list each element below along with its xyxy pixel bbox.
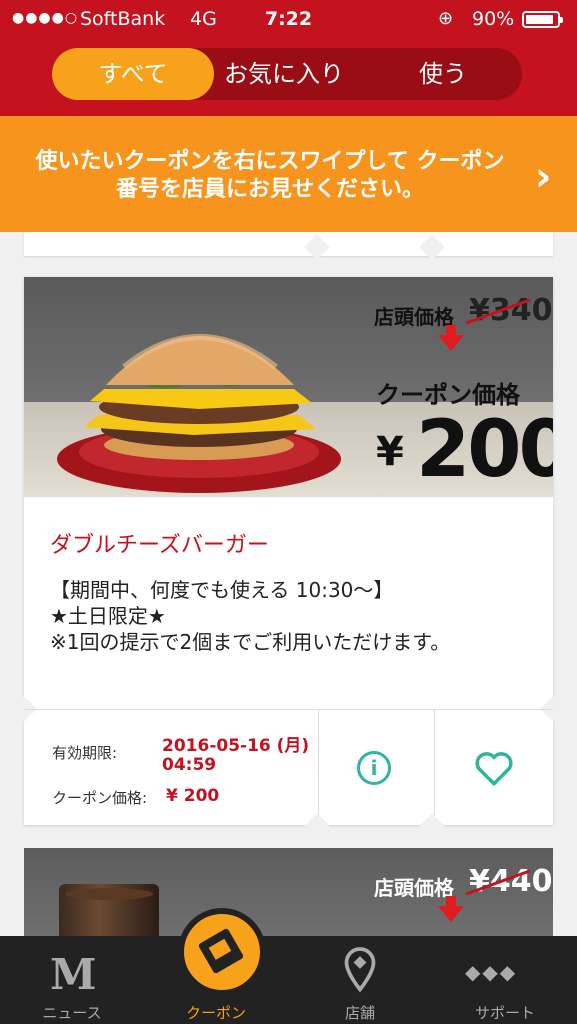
previous-coupon-fragment <box>24 232 553 256</box>
more-dots-icon: ◆◆◆ <box>465 960 518 984</box>
tab-label: クーポン <box>185 1004 246 1022</box>
chevron-right-icon: › <box>535 154 552 200</box>
coupon-price: 200 <box>416 405 553 495</box>
coupon-price-meta-value: ¥ 200 <box>166 786 220 806</box>
tab-label: 店舗 <box>344 1004 375 1022</box>
expiry-date: 2016-05-16 (月) 04:59 <box>162 736 310 775</box>
next-coupon-card[interactable]: 店頭価格 ¥440 <box>24 848 553 938</box>
info-icon[interactable]: i <box>357 751 391 785</box>
tab-news[interactable]: M ニュース <box>0 936 144 1024</box>
coupon-card[interactable]: 店頭価格 ¥340 クーポン価格 ¥ 200 ダブルチーズバーガー 【期間中、何… <box>11 277 566 825</box>
tab-coupon[interactable]: クーポン <box>144 908 288 1024</box>
arrow-down-icon <box>438 896 464 922</box>
column-divider <box>318 710 319 825</box>
product-photo: 店頭価格 ¥340 クーポン価格 ¥ 200 <box>24 277 553 497</box>
tab-stores[interactable]: 店舗 <box>288 936 432 1024</box>
tab-use[interactable]: 使う <box>364 48 522 100</box>
coupon-icon <box>178 908 266 996</box>
tab-favorites[interactable]: お気に入り <box>204 48 364 100</box>
arrow-down-icon <box>438 325 464 351</box>
banner-text: 使いたいクーポンを右にスワイプして クーポン番号を店員にお見せください。 <box>35 149 505 202</box>
expiry-label: 有効期限: <box>52 744 118 762</box>
tab-all[interactable]: すべて <box>52 48 214 100</box>
store-price-label: 店頭価格 <box>374 876 454 900</box>
tab-support[interactable]: ◆◆◆ サポート <box>433 936 577 1024</box>
mcdonalds-logo-icon: M <box>50 950 97 999</box>
tab-label: サポート <box>474 1004 535 1022</box>
heart-icon[interactable] <box>473 747 515 789</box>
status-bar: ●●●●○ SoftBank 4G 7:22 ⊕ 90% <box>0 0 577 38</box>
coffee-image <box>59 884 159 938</box>
yen-sign: ¥ <box>376 429 404 475</box>
product-name: ダブルチーズバーガー <box>50 533 269 558</box>
map-pin-icon <box>344 947 376 993</box>
tab-label: ニュース <box>42 1004 102 1022</box>
store-price: ¥340 <box>469 293 553 328</box>
swipe-instruction-banner[interactable]: 使いたいクーポンを右にスワイプして クーポン番号を店員にお見せください。 › <box>0 116 577 232</box>
coupon-description: 【期間中、何度でも使える 10:30〜】 ★土日限定★ ※1回の提示で2個までご… <box>50 578 451 654</box>
bottom-tab-bar: M ニュース クーポン 店舗 ◆◆◆ サポート <box>0 908 577 1024</box>
coupon-filter-tabs: お気に入り 使う すべて <box>52 48 522 100</box>
coupon-price-meta-label: クーポン価格: <box>52 789 148 807</box>
card-divider <box>24 709 553 710</box>
column-divider <box>434 710 435 825</box>
store-price-label: 店頭価格 <box>374 305 454 329</box>
battery-percent: 90% <box>472 8 515 30</box>
burger-image <box>57 334 341 493</box>
battery-icon <box>522 11 563 28</box>
store-price: ¥440 <box>469 864 553 899</box>
app-header: ●●●●○ SoftBank 4G 7:22 ⊕ 90% お気に入り 使う すべ… <box>0 0 577 116</box>
rotation-lock-icon: ⊕ <box>438 8 454 29</box>
